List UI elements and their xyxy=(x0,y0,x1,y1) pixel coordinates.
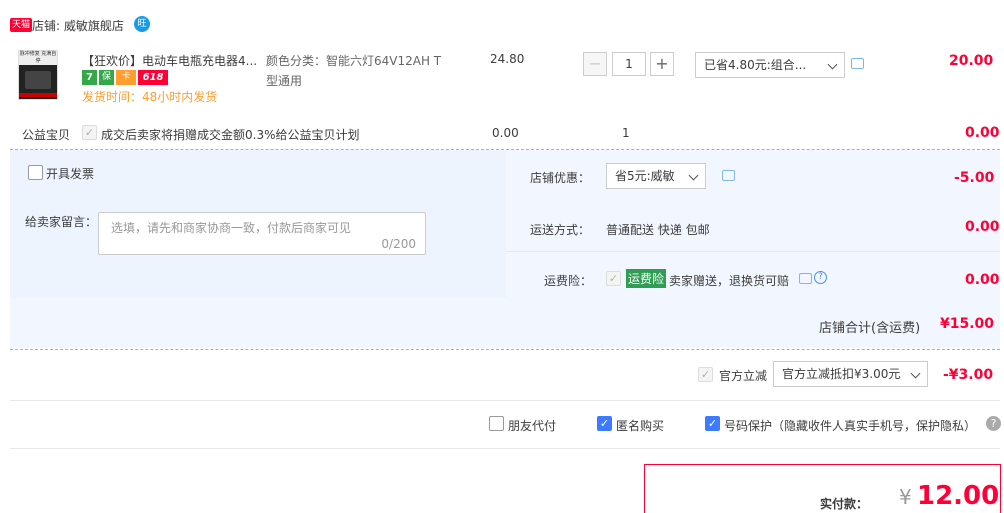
pay-label: 实付款： xyxy=(820,497,869,511)
wangwang-chat-icon[interactable]: 旺 xyxy=(134,16,150,32)
divider xyxy=(10,448,1000,449)
insurance-desc: 卖家赠送，退换货可赔 xyxy=(669,274,790,288)
promo-select[interactable]: 已省4.80元:组合... xyxy=(695,52,845,78)
chevron-down-icon xyxy=(827,59,838,70)
comment-icon[interactable] xyxy=(799,273,812,284)
qty-increase-button[interactable]: + xyxy=(650,52,674,76)
item-subtotal: 20.00 xyxy=(949,53,994,69)
thumb-label: 脉冲修复 充满自停 xyxy=(19,51,57,65)
delivery-label: 运送方式： xyxy=(530,223,591,237)
service-badges: 7 保 卡 618 xyxy=(82,70,168,85)
unit-price: 24.80 xyxy=(490,52,525,66)
currency-symbol: ¥ xyxy=(899,485,912,509)
official-discount-select[interactable]: 官方立减抵扣¥3.00元 xyxy=(773,361,928,387)
insurance-amount: 0.00 xyxy=(965,272,1000,288)
chevron-down-icon xyxy=(688,170,699,181)
product-title-link[interactable]: 【狂欢价】电动车电瓶充电器4... xyxy=(82,52,257,69)
delivery-value: 普通配送 快递 包邮 xyxy=(606,223,710,237)
memo-count: 0/200 xyxy=(381,237,416,251)
anonymous-label: 匿名购买 xyxy=(616,419,665,433)
phone-protect-label: 号码保护（隐藏收件人真实手机号，保护隐私） xyxy=(724,419,977,433)
credit-card-icon: 卡 xyxy=(116,70,136,85)
insurance-tag: 运费险 xyxy=(626,269,667,288)
friend-pay-checkbox[interactable] xyxy=(489,416,504,431)
official-discount-checkbox: ✓ xyxy=(698,367,713,382)
delivery-amount: 0.00 xyxy=(965,219,1000,235)
shop-discount-amount: -5.00 xyxy=(954,170,995,186)
anonymous-checkbox[interactable]: ✓ xyxy=(597,416,612,431)
help-icon[interactable]: ? xyxy=(986,416,1001,431)
ship-time: 发货时间：48小时内发货 xyxy=(82,90,218,104)
invoice-checkbox[interactable] xyxy=(28,165,43,180)
charity-desc: 成交后卖家将捐赠成交金额0.3%给公益宝贝计划 xyxy=(101,128,360,142)
sku-info: 颜色分类：智能六灯64V12AH T xyxy=(266,54,442,68)
invoice-label: 开具发票 xyxy=(46,167,95,181)
shop-total-amount: ¥15.00 xyxy=(940,316,995,332)
qty-decrease-button[interactable]: − xyxy=(583,52,607,76)
618-icon: 618 xyxy=(138,70,168,85)
official-discount-label: 官方立减 xyxy=(719,369,768,383)
official-discount-amount: -¥3.00 xyxy=(943,367,994,383)
product-thumbnail[interactable]: 脉冲修复 充满自停 xyxy=(18,50,58,100)
divider xyxy=(506,251,1000,252)
divider xyxy=(10,349,1000,350)
charity-qty: 1 xyxy=(622,126,630,140)
charity-label: 公益宝贝 xyxy=(22,128,71,142)
7day-return-icon: 7 xyxy=(82,70,97,85)
insurance-label: 运费险： xyxy=(544,274,593,288)
sku-info-cont: 型通用 xyxy=(266,74,303,88)
friend-pay-label: 朋友代付 xyxy=(508,419,557,433)
divider xyxy=(10,400,1000,401)
help-icon[interactable]: ? xyxy=(814,271,827,284)
pay-amount: 12.00 xyxy=(917,481,1000,511)
guarantee-icon: 保 xyxy=(99,70,114,85)
chevron-down-icon xyxy=(910,368,921,379)
pay-summary-box: 实付款： ¥ 12.00 xyxy=(644,464,1001,513)
comment-icon[interactable] xyxy=(851,58,864,69)
shop-discount-select[interactable]: 省5元:威敏 xyxy=(606,163,706,189)
tmall-badge: 天猫 xyxy=(10,18,33,32)
memo-textarea[interactable]: 选填，请先和商家协商一致，付款后商家可见 0/200 xyxy=(98,212,426,255)
insurance-checkbox: ✓ xyxy=(606,271,621,286)
promo-select-value: 已省4.80元:组合... xyxy=(704,58,807,72)
charity-checkbox: ✓ xyxy=(82,125,97,140)
memo-placeholder: 选填，请先和商家协商一致，付款后商家可见 xyxy=(111,221,352,235)
shop-discount-value: 省5元:威敏 xyxy=(615,169,675,183)
official-discount-value: 官方立减抵扣¥3.00元 xyxy=(782,367,901,381)
shop-name-link[interactable]: 店铺: 威敏旗舰店 xyxy=(32,17,124,34)
shop-total-label: 店铺合计(含运费) xyxy=(819,321,921,336)
comment-icon[interactable] xyxy=(722,170,735,181)
charity-total: 0.00 xyxy=(965,125,1000,141)
memo-label: 给卖家留言： xyxy=(25,215,98,229)
qty-input[interactable]: 1 xyxy=(612,52,646,76)
shop-discount-label: 店铺优惠： xyxy=(530,171,591,185)
phone-protect-checkbox[interactable]: ✓ xyxy=(705,416,720,431)
charity-price: 0.00 xyxy=(492,126,519,140)
